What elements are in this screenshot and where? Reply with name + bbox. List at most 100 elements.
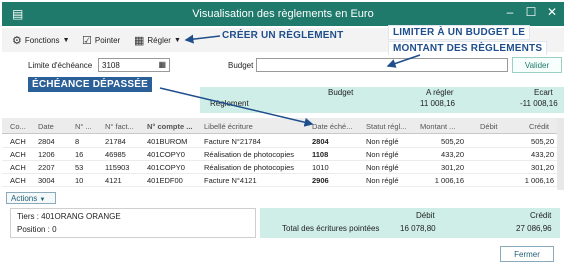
cell-num: 8 (75, 137, 80, 146)
credit-header: Crédit (530, 211, 552, 220)
col-header[interactable]: N° compte ... (147, 122, 193, 131)
regler-label: Régler (147, 36, 171, 45)
cell-code: ACH (10, 176, 26, 185)
summary-ecart-value: -11 008,16 (520, 99, 558, 108)
limite-input[interactable]: 3108 ▦ (98, 58, 170, 72)
table-row[interactable]: ACH 2207 53 115903 401COPY0 Réalisation … (2, 161, 557, 174)
cell-date: 2207 (38, 163, 55, 172)
cell-facture: 115903 (105, 163, 130, 172)
cell-echeance: 1010 (312, 163, 329, 172)
actions-menu[interactable]: Actions ▼ (6, 192, 56, 204)
cell-date: 2804 (38, 137, 55, 146)
col-header[interactable]: N° fact... (105, 122, 134, 131)
cell-libelle: Réalisation de photocopies (204, 150, 295, 159)
limite-value: 3108 (102, 61, 120, 70)
cell-compte: 401COPY0 (147, 150, 185, 159)
debit-header: Débit (416, 211, 435, 220)
total-label: Total des écritures pointées (282, 224, 380, 233)
annotation-creer: CRÉER UN RÈGLEMENT (222, 30, 344, 41)
col-header[interactable]: Crédit (529, 122, 549, 131)
window-title: Visualisation des règlements en Euro (192, 8, 374, 20)
cell-date: 1206 (38, 150, 55, 159)
checkbox-icon: ☑ (82, 35, 92, 47)
table-row[interactable]: ACH 2804 8 21784 401BUROM Facture N°2178… (2, 135, 557, 148)
gear-icon: ⚙ (12, 35, 22, 47)
cell-compte: 401COPY0 (147, 163, 185, 172)
table-row[interactable]: ACH 3004 10 4121 401EDF00 Facture N°4121… (2, 174, 557, 187)
summary-a-regler-header: A régler (426, 88, 454, 97)
cell-echeance: 2804 (312, 137, 329, 146)
valider-button[interactable]: Valider (512, 57, 562, 73)
position-text: Position : 0 (17, 225, 57, 234)
col-header[interactable]: Libellé écriture (204, 122, 253, 131)
chevron-down-icon: ▼ (173, 37, 181, 44)
cell-compte: 401BUROM (147, 137, 188, 146)
table-scrollbar[interactable] (557, 118, 564, 190)
cell-credit: 1 006,16 (524, 176, 554, 185)
summary-ecart-header: Ecart (534, 88, 553, 97)
cell-statut: Non réglé (366, 163, 399, 172)
tiers-text: Tiers : 401ORANG ORANGE (17, 212, 121, 221)
pointer-label: Pointer (94, 36, 121, 45)
regler-menu[interactable]: ▦ Régler ▼ (134, 34, 181, 47)
col-header[interactable]: Date (38, 122, 54, 131)
annotation-limiter-line2: MONTANT DES RÈGLEMENTS (388, 41, 548, 56)
tiers-box: Tiers : 401ORANG ORANGE Position : 0 (10, 208, 256, 238)
cell-montant: 433,20 (441, 150, 464, 159)
cell-statut: Non réglé (366, 176, 399, 185)
col-header[interactable]: Date éché... (312, 122, 352, 131)
summary-panel: Budget A régler Ecart Règlement 11 008,1… (200, 87, 564, 113)
cell-num: 10 (75, 176, 84, 185)
limite-label: Limite d'échéance (28, 61, 93, 70)
cell-credit: 505,20 (531, 137, 554, 146)
summary-a-regler-value: 11 008,16 (420, 99, 455, 108)
cell-code: ACH (10, 150, 26, 159)
budget-input[interactable] (256, 58, 508, 72)
cell-echeance: 2906 (312, 176, 329, 185)
budget-label: Budget (228, 61, 254, 70)
cell-facture: 46985 (105, 150, 126, 159)
total-debit-value: 16 078,80 (400, 224, 436, 233)
fermer-button[interactable]: Fermer (500, 246, 554, 262)
cell-statut: Non réglé (366, 137, 399, 146)
cell-libelle: Réalisation de photocopies (204, 163, 295, 172)
cell-montant: 1 006,16 (434, 176, 464, 185)
filter-row: Limite d'échéance 3108 ▦ Budget Valider (2, 55, 564, 77)
cell-num: 53 (75, 163, 84, 172)
total-credit-value: 27 086,96 (516, 224, 552, 233)
table-header: Co... Date N° ... N° fact... N° compte .… (2, 118, 557, 134)
minimize-icon[interactable]: – (502, 5, 518, 19)
pointer-button[interactable]: ☑ Pointer (82, 34, 120, 47)
maximize-icon[interactable]: ☐ (523, 5, 539, 19)
close-icon[interactable]: ✕ (544, 5, 560, 19)
col-header[interactable]: Co... (10, 122, 26, 131)
col-header[interactable]: Statut régl... (366, 122, 406, 131)
cell-compte: 401EDF00 (147, 176, 183, 185)
annotation-limiter-line1: LIMITER À UN BUDGET LE (388, 25, 531, 40)
cell-montant: 301,20 (441, 163, 464, 172)
col-header[interactable]: Débit (480, 122, 498, 131)
reglements-table: Co... Date N° ... N° fact... N° compte .… (2, 118, 557, 190)
summary-row-label: Règlement (210, 99, 249, 108)
cell-facture: 21784 (105, 137, 126, 146)
cell-code: ACH (10, 163, 26, 172)
cell-statut: Non réglé (366, 150, 399, 159)
cell-credit: 433,20 (531, 150, 554, 159)
calendar-icon[interactable]: ▦ (158, 60, 166, 69)
totals-panel: Débit Crédit Total des écritures pointée… (260, 208, 560, 238)
actions-label: Actions (11, 194, 38, 203)
col-header[interactable]: Montant ... (420, 122, 455, 131)
table-row[interactable]: ACH 1206 16 46985 401COPY0 Réalisation d… (2, 148, 557, 161)
summary-budget-header: Budget (328, 88, 354, 97)
cell-date: 3004 (38, 176, 55, 185)
cell-facture: 4121 (105, 176, 122, 185)
cell-montant: 505,20 (441, 137, 464, 146)
fonctions-menu[interactable]: ⚙ Fonctions ▼ (12, 34, 70, 47)
col-header[interactable]: N° ... (75, 122, 92, 131)
fonctions-label: Fonctions (24, 36, 60, 45)
footer-panel: Tiers : 401ORANG ORANGE Position : 0 Déb… (2, 205, 564, 241)
calculator-icon: ▦ (134, 35, 145, 47)
chevron-down-icon: ▼ (39, 197, 46, 203)
cell-code: ACH (10, 137, 26, 146)
chevron-down-icon: ▼ (62, 37, 70, 44)
